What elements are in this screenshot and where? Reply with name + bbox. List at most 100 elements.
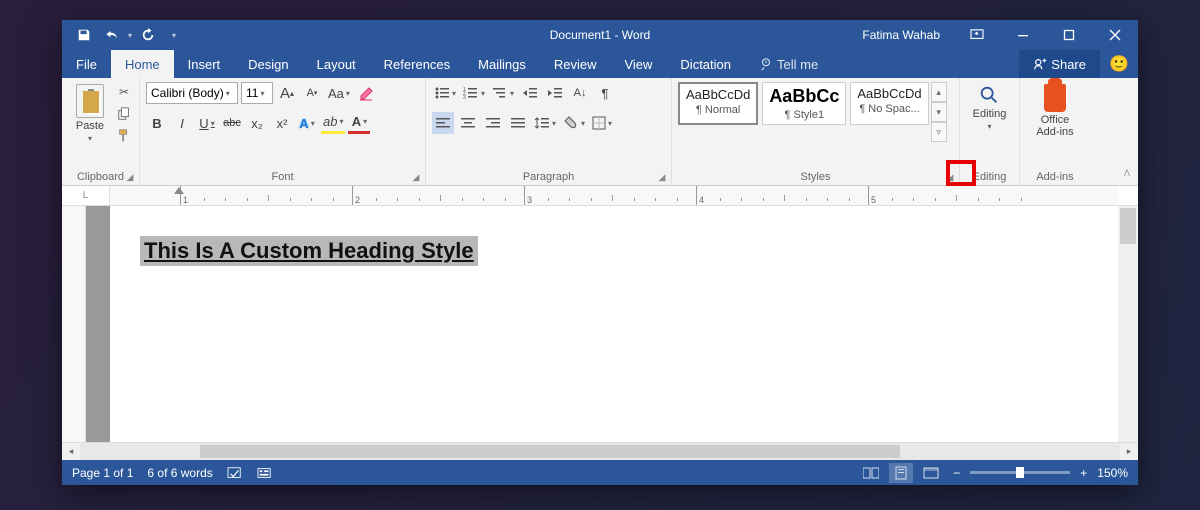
- decrease-indent-icon[interactable]: [519, 82, 541, 104]
- borders-icon[interactable]: ▾: [590, 112, 614, 134]
- read-mode-icon[interactable]: [859, 463, 883, 483]
- italic-button[interactable]: I: [171, 112, 193, 134]
- superscript-button[interactable]: x²: [271, 112, 293, 134]
- hscroll-track[interactable]: [80, 443, 1120, 460]
- document-page[interactable]: This Is A Custom Heading Style: [110, 206, 1118, 442]
- justify-icon[interactable]: [507, 112, 529, 134]
- feedback-smiley-icon[interactable]: 🙂: [1100, 50, 1138, 78]
- collapse-ribbon-icon[interactable]: ᐱ: [1124, 168, 1130, 179]
- copy-icon[interactable]: [114, 104, 134, 124]
- format-painter-icon[interactable]: [114, 126, 134, 146]
- undo-icon[interactable]: [100, 23, 124, 47]
- vscroll-thumb[interactable]: [1120, 208, 1136, 244]
- ribbon-options-icon[interactable]: [954, 20, 1000, 50]
- tell-me-search[interactable]: Tell me: [745, 50, 832, 78]
- hscroll-right-icon[interactable]: ▸: [1120, 443, 1138, 460]
- sort-icon[interactable]: A↓: [569, 82, 591, 104]
- text-effects-icon[interactable]: A▾: [296, 112, 318, 134]
- font-family-select[interactable]: Calibri (Body)▾: [146, 82, 238, 104]
- styles-expand-icon[interactable]: ▿: [931, 122, 947, 142]
- ruler-tab-selector[interactable]: L: [62, 186, 110, 205]
- group-label-styles: Styles: [678, 169, 953, 185]
- hscroll-thumb[interactable]: [200, 445, 900, 458]
- tab-insert[interactable]: Insert: [174, 50, 235, 78]
- horizontal-scrollbar[interactable]: ◂ ▸: [62, 442, 1138, 460]
- styles-scroll-up-icon[interactable]: ▴: [931, 82, 947, 102]
- style-item-0[interactable]: AaBbCcDd¶ Normal: [678, 82, 758, 125]
- cut-icon[interactable]: ✂: [114, 82, 134, 102]
- status-maceros-icon[interactable]: [257, 466, 273, 480]
- paragraph-launcher-icon[interactable]: ◢: [656, 171, 668, 183]
- align-right-icon[interactable]: [482, 112, 504, 134]
- print-layout-icon[interactable]: [889, 463, 913, 483]
- show-marks-icon[interactable]: ¶: [594, 82, 616, 104]
- font-color-icon[interactable]: A▾: [348, 112, 370, 134]
- close-button[interactable]: [1092, 20, 1138, 50]
- zoom-level[interactable]: 150%: [1097, 466, 1128, 480]
- undo-dropdown-icon[interactable]: ▾: [128, 31, 132, 40]
- save-icon[interactable]: [72, 23, 96, 47]
- increase-indent-icon[interactable]: [544, 82, 566, 104]
- status-proofing-icon[interactable]: [227, 466, 243, 480]
- qat-customize-icon[interactable]: ▾: [172, 31, 176, 40]
- status-words[interactable]: 6 of 6 words: [147, 466, 212, 480]
- style-item-2[interactable]: AaBbCcDd¶ No Spac...: [850, 82, 928, 125]
- tab-dictation[interactable]: Dictation: [666, 50, 745, 78]
- style-item-1[interactable]: AaBbCc¶ Style1: [762, 82, 846, 125]
- tab-view[interactable]: View: [610, 50, 666, 78]
- paste-icon: [76, 84, 104, 118]
- clear-formatting-icon[interactable]: [355, 82, 377, 104]
- group-editing: Editing ▾ Editing: [960, 78, 1020, 185]
- group-clipboard: Paste ▾ ✂ Clipboard ◢: [62, 78, 140, 185]
- shrink-font-icon[interactable]: A▾: [301, 82, 323, 104]
- multilevel-list-icon[interactable]: ▾: [490, 82, 516, 104]
- styles-scroll-down-icon[interactable]: ▾: [931, 102, 947, 122]
- maximize-button[interactable]: [1046, 20, 1092, 50]
- redo-icon[interactable]: [136, 23, 160, 47]
- first-line-indent-marker[interactable]: [174, 187, 184, 194]
- line-spacing-icon[interactable]: ▾: [532, 112, 558, 134]
- account-name[interactable]: Fatima Wahab: [848, 28, 954, 42]
- zoom-slider[interactable]: [970, 471, 1070, 474]
- underline-button[interactable]: U▾: [196, 112, 218, 134]
- tab-references[interactable]: References: [370, 50, 464, 78]
- share-button[interactable]: Share: [1019, 50, 1100, 78]
- horizontal-ruler[interactable]: 12345: [110, 186, 1118, 205]
- heading-text[interactable]: This Is A Custom Heading Style: [144, 238, 474, 263]
- text-selection: This Is A Custom Heading Style: [140, 236, 478, 266]
- editing-button[interactable]: Editing ▾: [967, 82, 1013, 133]
- subscript-button[interactable]: x₂: [246, 112, 268, 134]
- bold-button[interactable]: B: [146, 112, 168, 134]
- bullets-icon[interactable]: ▾: [432, 82, 458, 104]
- office-addins-button[interactable]: Office Add-ins: [1030, 82, 1079, 140]
- vertical-scrollbar[interactable]: [1118, 206, 1138, 442]
- change-case-icon[interactable]: Aa▾: [326, 82, 352, 104]
- tab-review[interactable]: Review: [540, 50, 611, 78]
- status-page[interactable]: Page 1 of 1: [72, 466, 133, 480]
- ruler-mark: 2: [352, 186, 360, 205]
- status-bar: Page 1 of 1 6 of 6 words − + 150%: [62, 460, 1138, 485]
- word-window: ▾ ▾ Document1 - Word Fatima Wahab File: [62, 20, 1138, 485]
- hscroll-left-icon[interactable]: ◂: [62, 443, 80, 460]
- strikethrough-button[interactable]: abc: [221, 112, 243, 134]
- minimize-button[interactable]: [1000, 20, 1046, 50]
- grow-font-icon[interactable]: A▴: [276, 82, 298, 104]
- tab-layout[interactable]: Layout: [303, 50, 370, 78]
- vertical-ruler[interactable]: [62, 206, 86, 442]
- highlight-color-icon[interactable]: ab▾: [321, 112, 345, 134]
- styles-launcher-icon[interactable]: ◢: [944, 171, 956, 183]
- tab-home[interactable]: Home: [111, 50, 174, 78]
- paste-button[interactable]: Paste ▾: [68, 82, 112, 145]
- tab-mailings[interactable]: Mailings: [464, 50, 540, 78]
- clipboard-launcher-icon[interactable]: ◢: [124, 171, 136, 183]
- shading-icon[interactable]: ▾: [561, 112, 587, 134]
- align-left-icon[interactable]: [432, 112, 454, 134]
- numbering-icon[interactable]: 123▾: [461, 82, 487, 104]
- align-center-icon[interactable]: [457, 112, 479, 134]
- tab-design[interactable]: Design: [234, 50, 302, 78]
- ribbon: ᐱ Paste ▾ ✂ Clipboard: [62, 78, 1138, 186]
- font-size-select[interactable]: 11▾: [241, 82, 273, 104]
- font-launcher-icon[interactable]: ◢: [410, 171, 422, 183]
- tab-file[interactable]: File: [62, 50, 111, 78]
- web-layout-icon[interactable]: [919, 463, 943, 483]
